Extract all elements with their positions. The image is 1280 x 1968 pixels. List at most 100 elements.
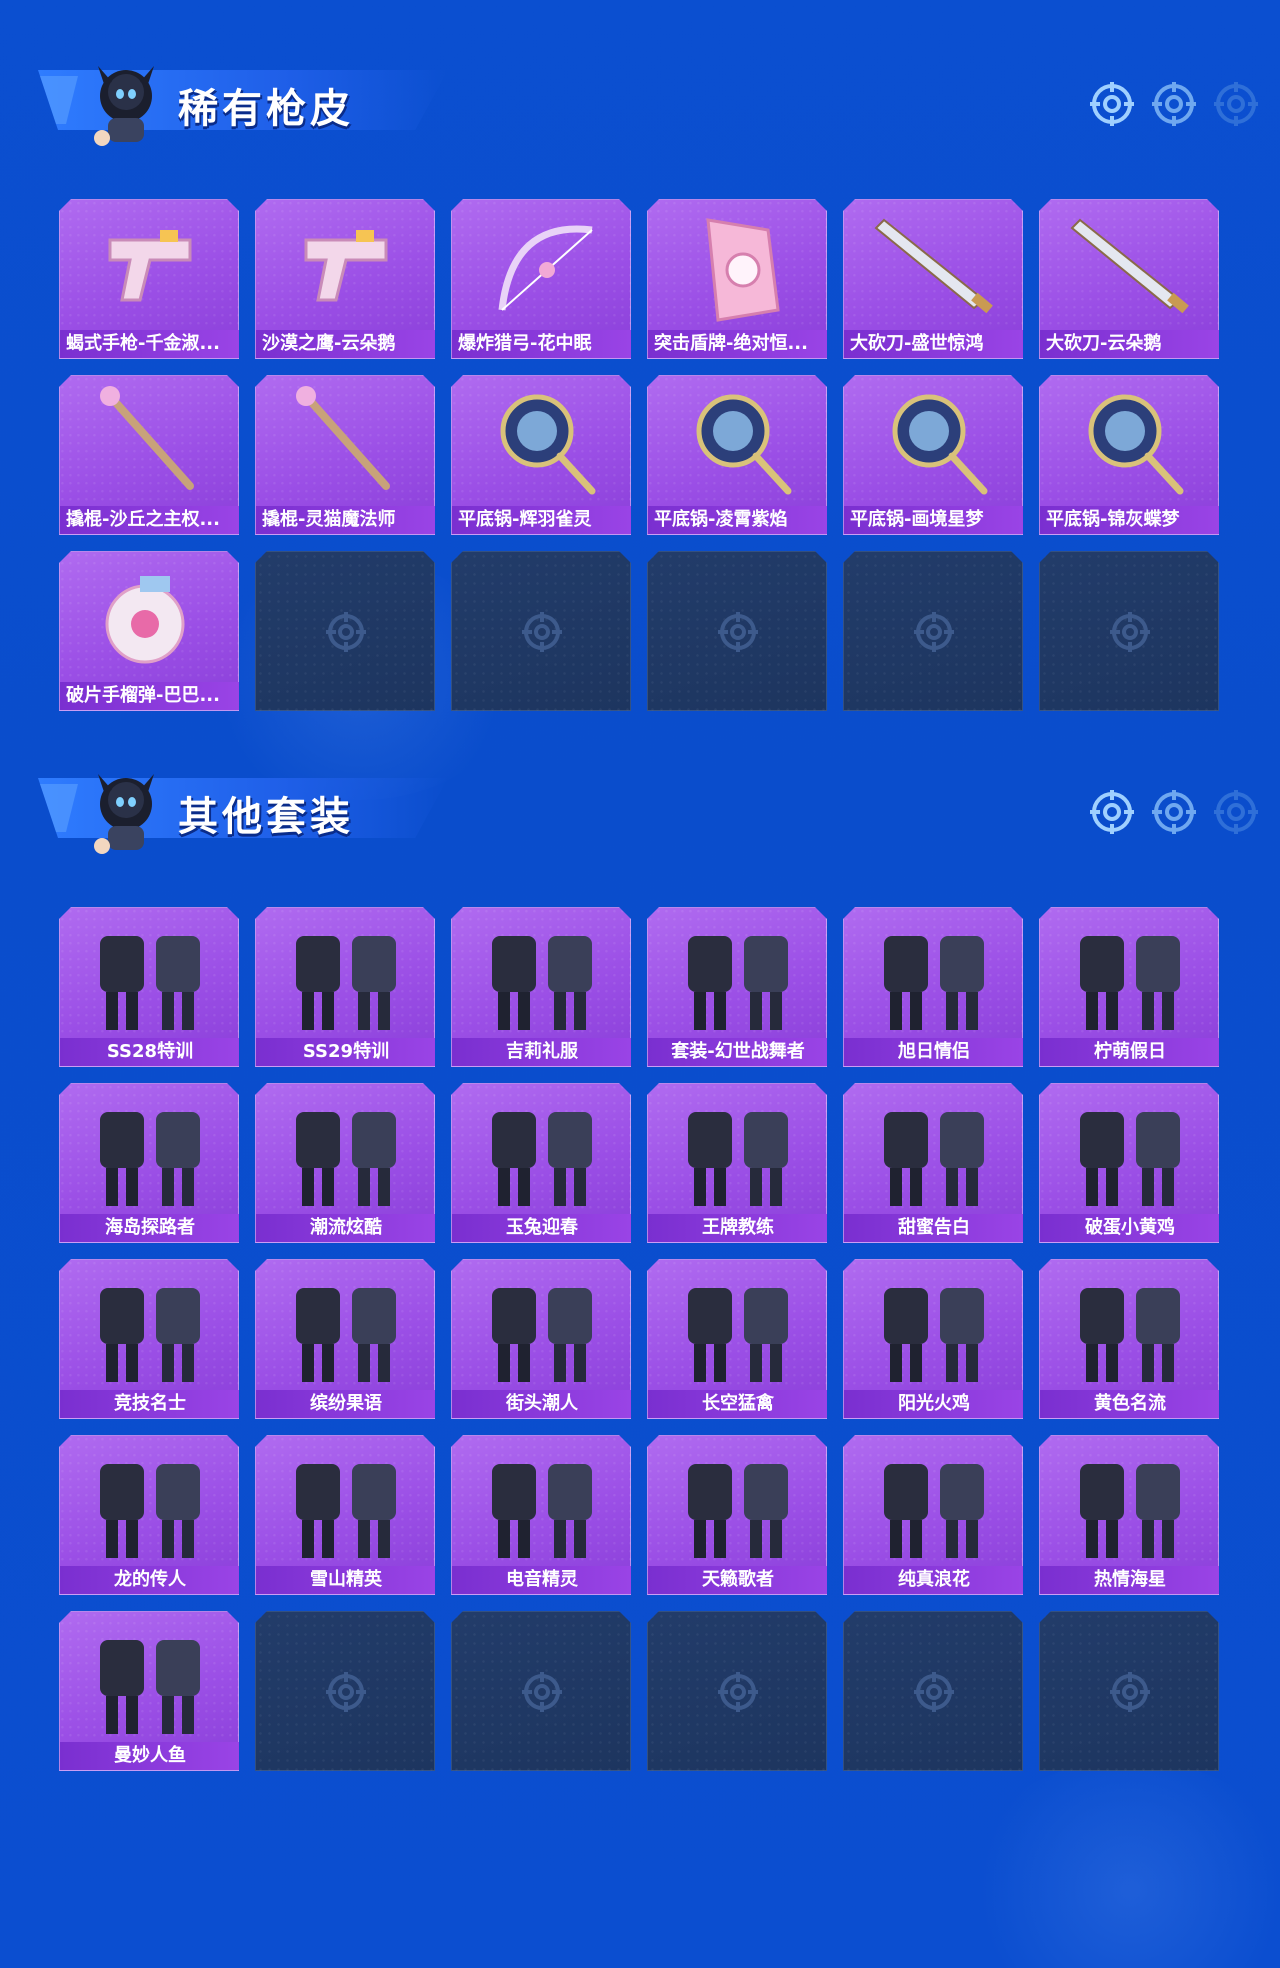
item-card[interactable]: 龙的传人 (59, 1435, 239, 1595)
item-card[interactable]: 爆炸猎弓-花中眠 (451, 199, 631, 359)
item-label: 龙的传人 (60, 1566, 239, 1594)
crosshair-icon (1152, 82, 1196, 126)
outfit-icon (296, 1464, 396, 1558)
crosshair-placeholder-icon (914, 1672, 954, 1712)
item-label: 吉莉礼服 (452, 1038, 631, 1066)
pistol-icon (304, 230, 388, 302)
outfit-icon (296, 1288, 396, 1382)
outfit-icon (884, 1112, 984, 1206)
item-card[interactable]: 撬棍-灵猫魔法师 (255, 375, 435, 535)
outfit-icon (884, 1288, 984, 1382)
outfit-icon (688, 1112, 788, 1206)
outfit-icon (492, 1464, 592, 1558)
item-card[interactable]: 甜蜜告白 (843, 1083, 1023, 1243)
item-card[interactable]: 竞技名士 (59, 1259, 239, 1419)
item-card[interactable]: 潮流炫酷 (255, 1083, 435, 1243)
crosshair-placeholder-icon (718, 612, 758, 652)
grenade-icon (105, 576, 185, 664)
section-header-rare-skins: 稀有枪皮 (28, 40, 1260, 160)
pan-icon (500, 394, 596, 495)
crosshair-placeholder-icon (522, 1672, 562, 1712)
crosshair-icon (1090, 82, 1134, 126)
item-card[interactable]: 纯真浪花 (843, 1435, 1023, 1595)
outfit-icon (100, 1288, 200, 1382)
item-card[interactable]: 海岛探路者 (59, 1083, 239, 1243)
item-label: 竞技名士 (60, 1390, 239, 1418)
item-card[interactable]: 黄色名流 (1039, 1259, 1219, 1419)
outfit-icon (296, 1112, 396, 1206)
item-card[interactable]: 玉兔迎春 (451, 1083, 631, 1243)
item-label: 破片手榴弹-巴巴... (60, 682, 239, 710)
item-label: 玉兔迎春 (452, 1214, 631, 1242)
crosshair-icon (1152, 790, 1196, 834)
crosshair-placeholder-icon (326, 612, 366, 652)
pistol-icon (108, 230, 192, 302)
item-card[interactable]: 阳光火鸡 (843, 1259, 1023, 1419)
crosshair-placeholder-icon (1110, 1672, 1150, 1712)
item-label: 平底锅-凌霄紫焰 (648, 506, 827, 534)
item-card[interactable]: 破片手榴弹-巴巴... (59, 551, 239, 711)
section-title: 其他套装 (178, 794, 354, 840)
empty-slot (1039, 1611, 1219, 1771)
crowbar-icon (296, 386, 390, 490)
item-card[interactable]: 天籁歌者 (647, 1435, 827, 1595)
item-card[interactable]: 柠萌假日 (1039, 907, 1219, 1067)
item-label: 柠萌假日 (1040, 1038, 1219, 1066)
item-card[interactable]: 吉莉礼服 (451, 907, 631, 1067)
item-label: 缤纷果语 (256, 1390, 435, 1418)
item-card[interactable]: 热情海星 (1039, 1435, 1219, 1595)
outfit-icon (1080, 1112, 1180, 1206)
item-card[interactable]: 平底锅-凌霄紫焰 (647, 375, 827, 535)
outfit-icon (100, 1640, 200, 1734)
header-decor-icons (1088, 80, 1260, 128)
item-card[interactable]: 电音精灵 (451, 1435, 631, 1595)
outfit-icon (492, 936, 592, 1030)
outfit-icon (884, 936, 984, 1030)
crosshair-placeholder-icon (914, 612, 954, 652)
item-card[interactable]: 沙漠之鹰-云朵鹅 (255, 199, 435, 359)
item-card[interactable]: 长空猛禽 (647, 1259, 827, 1419)
empty-slot (451, 1611, 631, 1771)
item-card[interactable]: 大砍刀-云朵鹅 (1039, 199, 1219, 359)
outfit-icon (100, 1464, 200, 1558)
item-label: 电音精灵 (452, 1566, 631, 1594)
item-label: 突击盾牌-绝对恒... (648, 330, 827, 358)
item-card[interactable]: 平底锅-画境星梦 (843, 375, 1023, 535)
item-card[interactable]: 雪山精英 (255, 1435, 435, 1595)
item-card[interactable]: 缤纷果语 (255, 1259, 435, 1419)
item-card[interactable]: 突击盾牌-绝对恒... (647, 199, 827, 359)
item-card[interactable]: SS29特训 (255, 907, 435, 1067)
item-label: 破蛋小黄鸡 (1040, 1214, 1219, 1242)
item-label: 长空猛禽 (648, 1390, 827, 1418)
empty-slot (647, 1611, 827, 1771)
item-label: 平底锅-锦灰蝶梦 (1040, 506, 1219, 534)
item-card[interactable]: 大砍刀-盛世惊鸿 (843, 199, 1023, 359)
item-label: 天籁歌者 (648, 1566, 827, 1594)
machete-icon (874, 218, 993, 314)
item-label: SS28特训 (60, 1038, 239, 1066)
bow-icon (498, 225, 593, 311)
item-card[interactable]: 蝎式手枪-千金淑... (59, 199, 239, 359)
item-card[interactable]: 曼妙人鱼 (59, 1611, 239, 1771)
item-card[interactable]: SS28特训 (59, 907, 239, 1067)
item-card[interactable]: 平底锅-辉羽雀灵 (451, 375, 631, 535)
mascot-icon (94, 66, 154, 146)
item-card[interactable]: 平底锅-锦灰蝶梦 (1039, 375, 1219, 535)
item-label: 纯真浪花 (844, 1566, 1023, 1594)
outfit-icon (1080, 1464, 1180, 1558)
item-card[interactable]: 破蛋小黄鸡 (1039, 1083, 1219, 1243)
item-label: 阳光火鸡 (844, 1390, 1023, 1418)
item-card[interactable]: 套装-幻世战舞者 (647, 907, 827, 1067)
item-label: 黄色名流 (1040, 1390, 1219, 1418)
item-card[interactable]: 旭日情侣 (843, 907, 1023, 1067)
crosshair-icon (1090, 790, 1134, 834)
crowbar-icon (100, 386, 194, 490)
item-card[interactable]: 街头潮人 (451, 1259, 631, 1419)
item-label: 大砍刀-盛世惊鸿 (844, 330, 1023, 358)
machete-icon (1070, 218, 1189, 314)
item-card[interactable]: 撬棍-沙丘之主权... (59, 375, 239, 535)
item-card[interactable]: 王牌教练 (647, 1083, 827, 1243)
crosshair-placeholder-icon (326, 1672, 366, 1712)
item-label: 王牌教练 (648, 1214, 827, 1242)
item-label: 套装-幻世战舞者 (648, 1038, 827, 1066)
